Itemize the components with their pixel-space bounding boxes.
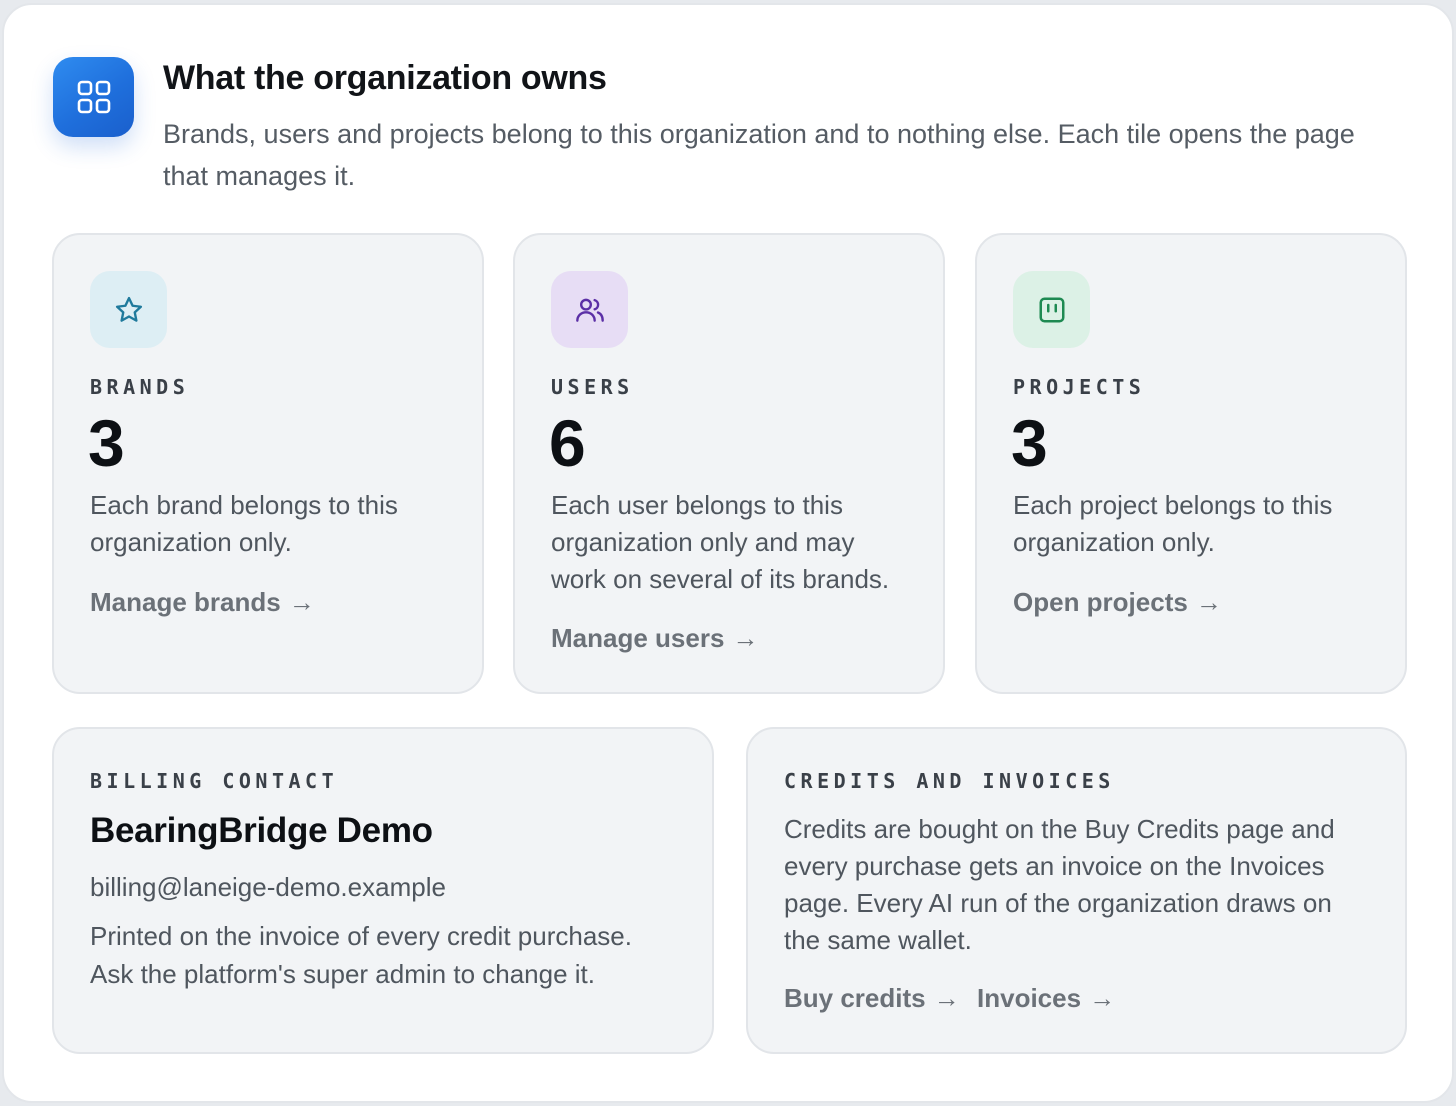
- users-icon: [551, 271, 628, 348]
- projects-tile[interactable]: PROJECTS 3 Each project belongs to this …: [975, 233, 1407, 694]
- invoices-link[interactable]: Invoices →: [977, 983, 1115, 1014]
- open-projects-link[interactable]: Open projects →: [1013, 587, 1222, 618]
- link-label: Invoices: [977, 983, 1082, 1013]
- organization-owns-panel: What the organization owns Brands, users…: [2, 3, 1454, 1103]
- tile-kicker: BRANDS: [90, 375, 190, 399]
- credits-kicker: CREDITS AND INVOICES: [784, 769, 1115, 793]
- credits-description: Credits are bought on the Buy Credits pa…: [784, 814, 1335, 955]
- billing-name: BearingBridge Demo: [90, 811, 433, 850]
- project-board-icon: [1013, 271, 1090, 348]
- arrow-right-icon: →: [933, 983, 960, 1013]
- billing-kicker: BILLING CONTACT: [90, 769, 339, 793]
- billing-note: Printed on the invoice of every credit p…: [90, 921, 632, 989]
- tile-kicker: PROJECTS: [1013, 375, 1146, 399]
- arrow-right-icon: →: [732, 623, 759, 653]
- star-icon: [90, 271, 167, 348]
- tile-description: Each user belongs to this organization o…: [551, 490, 890, 594]
- manage-brands-link[interactable]: Manage brands →: [90, 587, 315, 618]
- arrow-right-icon: →: [1195, 587, 1222, 617]
- link-label: Buy credits: [784, 983, 926, 1013]
- link-label: Manage brands: [90, 587, 281, 617]
- page-subtitle: Brands, users and projects belong to thi…: [163, 119, 1355, 191]
- page-title: What the organization owns: [163, 59, 607, 97]
- user-count: 6: [549, 406, 586, 480]
- tile-description: Each project belongs to this organizatio…: [1013, 490, 1333, 557]
- credits-invoices-card: CREDITS AND INVOICES Credits are bought …: [746, 727, 1407, 1054]
- brands-tile[interactable]: BRANDS 3 Each brand belongs to this orga…: [52, 233, 484, 694]
- arrow-right-icon: →: [288, 587, 315, 617]
- tile-description: Each brand belongs to this organization …: [90, 490, 398, 557]
- link-label: Open projects: [1013, 587, 1188, 617]
- billing-contact-card: BILLING CONTACT BearingBridge Demo billi…: [52, 727, 714, 1054]
- users-tile[interactable]: USERS 6 Each user belongs to this organi…: [513, 233, 945, 694]
- brand-count: 3: [88, 406, 125, 480]
- project-count: 3: [1011, 406, 1048, 480]
- tile-kicker: USERS: [551, 375, 634, 399]
- manage-users-link[interactable]: Manage users →: [551, 623, 758, 654]
- grid-icon: [53, 57, 134, 137]
- arrow-right-icon: →: [1089, 983, 1116, 1013]
- buy-credits-link[interactable]: Buy credits →: [784, 983, 960, 1014]
- billing-email: billing@laneige-demo.example: [90, 872, 446, 902]
- link-label: Manage users: [551, 623, 725, 653]
